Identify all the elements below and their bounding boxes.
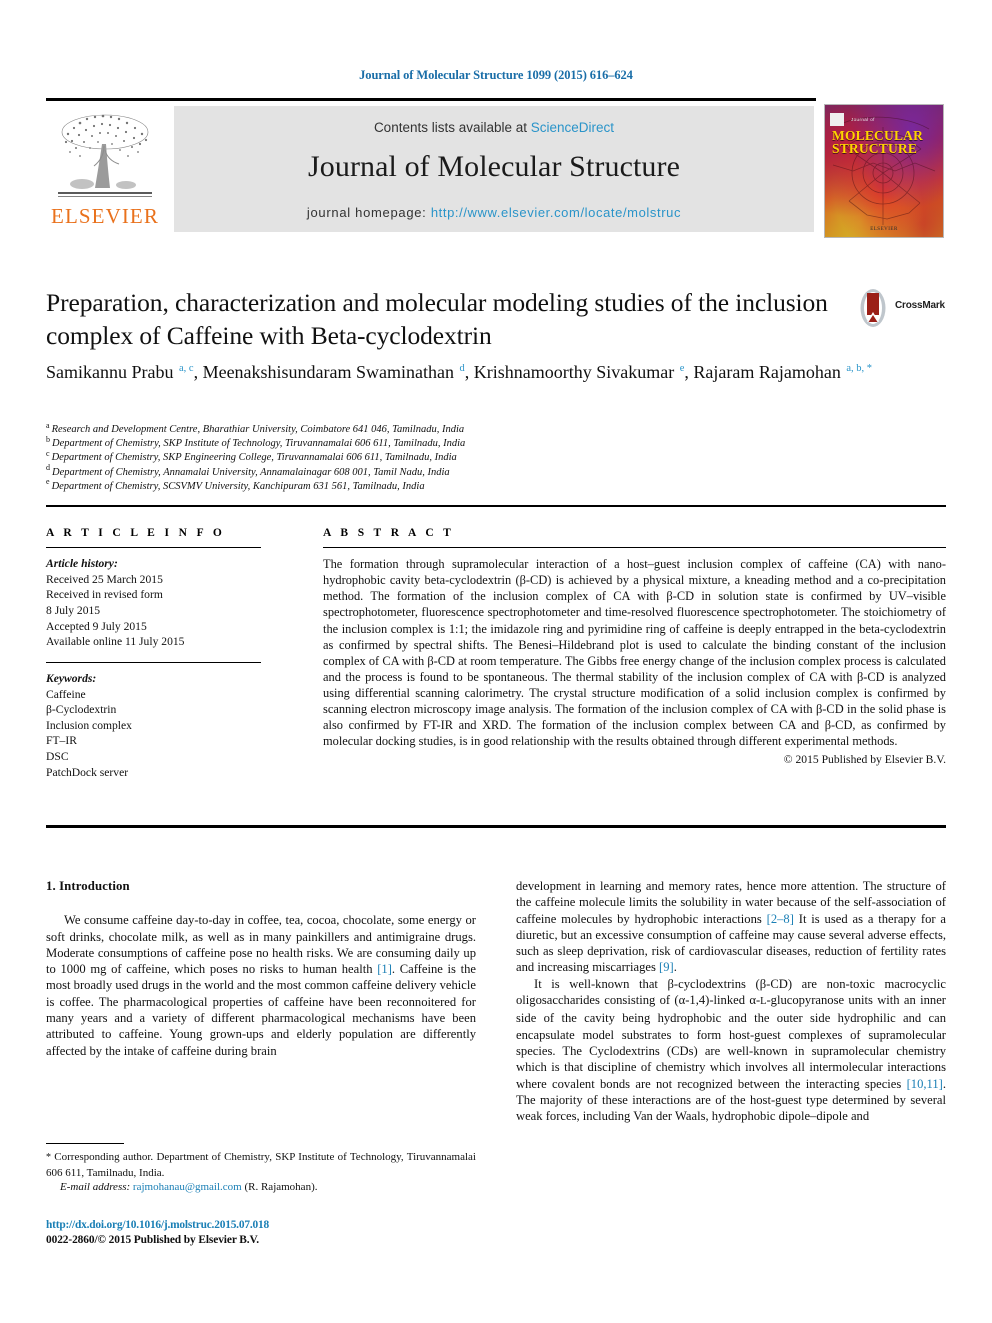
keyword-item: DSC [46,749,69,763]
abstract-copyright: © 2015 Published by Elsevier B.V. [783,753,946,767]
article-info-kicker: A R T I C L E I N F O [46,527,226,539]
keyword-item: FT–IR [46,734,77,748]
intro-paragraph-left: We consume caffeine day-to-day in coffee… [46,913,476,1058]
article-history-line: Received in revised form [46,588,163,602]
title-block: Preparation, characterization and molecu… [46,286,846,352]
article-info-separator [46,661,261,663]
doi-block: http://dx.doi.org/10.1016/j.molstruc.201… [46,1218,476,1248]
page-title: Preparation, characterization and molecu… [46,288,828,350]
elsevier-wordmark: ELSEVIER [51,204,159,228]
article-history-line: 8 July 2015 [46,603,101,617]
keyword-item: Caffeine [46,687,86,701]
keyword-item: β-Cyclodextrin [46,703,117,717]
affiliation-marker: a [46,420,50,430]
cover-bottom-mark: ELSEVIER [870,227,898,232]
affiliation-text: Department of Chemistry, SCSVMV Universi… [51,480,425,492]
corresponding-author-text: * Corresponding author. Department of Ch… [46,1151,476,1179]
affiliation-c: c Department of Chemistry, SKP Engineerin… [46,448,746,465]
footnote-rule [46,1143,124,1145]
affiliation-text: Department of Chemistry, SKP Engineering… [51,452,457,464]
affiliation-a: a Research and Development Centre, Bharat… [46,420,746,437]
intro-paragraph-right-1: development in learning and memory rates… [516,879,946,975]
article-history-lines: Received 25 March 2015 Received in revise… [46,572,261,650]
intro-paragraph-right-2: It is well-known that β-cyclodextrins (β… [516,976,946,1124]
cover-title-line2: STRUCTURE [832,141,918,156]
affiliation-marker: c [46,448,50,458]
keywords-group: Keywords: Caffeine β-Cyclodextrin Inclusio… [46,671,261,780]
homepage-label: journal homepage: [306,205,431,220]
email-owner: (R. Rajamohan). [241,1181,318,1194]
homepage-url-link[interactable]: http://www.elsevier.com/locate/molstruc [431,205,681,220]
masthead-center-panel: Contents lists available at ScienceDirec… [174,106,814,232]
crossmark-label: CrossMark [895,300,945,311]
elsevier-tree-icon [58,114,152,197]
corresponding-author-note: * Corresponding author. Department of Ch… [46,1150,476,1195]
journal-homepage-line: journal homepage: http://www.elsevier.co… [174,205,814,220]
body-column-right: development in learning and memory rates… [516,878,946,1124]
introduction-heading: 1. Introduction [46,879,130,893]
affiliation-marker: b [46,434,50,444]
article-history-line: Received 25 March 2015 [46,572,163,586]
abstract-rule [323,547,946,549]
email-label: E-mail address: [60,1181,133,1194]
article-history-line: Available online 11 July 2015 [46,635,185,649]
elsevier-logo: ELSEVIER [46,106,164,232]
keyword-item: Inclusion complex [46,718,132,732]
cover-top-small-text: Journal of [851,117,875,122]
contents-prefix: Contents lists available at [373,120,531,135]
affiliation-d: d Department of Chemistry, Annamalai Univ… [46,463,746,480]
affiliation-b: b Department of Chemistry, SKP Institute … [46,434,746,451]
masthead-top-rule [46,98,816,101]
article-page: Journal of Molecular Structure 1099 (201… [0,0,992,1323]
affiliation-text: Research and Development Centre, Bharath… [51,424,465,435]
abstract-band-bottom-rule [46,825,946,828]
article-info-rule [46,547,261,549]
email-line: E-mail address: rajmohanau@gmail.com (R.… [46,1180,476,1195]
abstract-column: A B S T R A C T The formation through su… [323,527,946,766]
contents-available-line: Contents lists available at ScienceDirec… [174,120,814,135]
running-head: Journal of Molecular Structure 1099 (201… [359,68,633,82]
abstract-text: The formation through supramolecular int… [323,557,946,749]
abstract-kicker: A B S T R A C T [323,527,455,539]
affiliation-text: Department of Chemistry, Annamalai Unive… [52,466,450,478]
journal-cover-thumbnail: Journal of MOLECULAR STRUCTURE ELSEVIER [824,104,944,238]
abstract-band-top-rule [46,505,946,507]
journal-title: Journal of Molecular Structure [307,150,681,183]
cover-elsevier-mark [830,113,844,126]
body-column-left: 1. Introduction We consume caffeine day-… [46,878,476,1059]
issn-copyright-line: 0022-2860/© 2015 Published by Elsevier B… [46,1234,259,1246]
keywords-list: Caffeine β-Cyclodextrin Inclusion complex F… [46,687,261,781]
article-info-column: A R T I C L E I N F O Article history: R… [46,527,261,780]
affiliation-marker: d [46,463,50,473]
affiliation-list: a Research and Development Centre, Bharat… [46,420,746,494]
crossmark-icon[interactable] [853,288,893,328]
affiliation-marker: e [46,477,50,487]
journal-masthead: ELSEVIER Contents lists available at Sci… [46,98,946,238]
doi-link[interactable]: http://dx.doi.org/10.1016/j.molstruc.201… [46,1218,476,1233]
author-list: Samikannu Prabu a, c, Meenakshisundaram … [46,362,873,382]
affiliation-text: Department of Chemistry, SKP Institute o… [52,438,466,450]
sciencedirect-link[interactable]: ScienceDirect [531,120,614,135]
keywords-heading: Keywords: [46,671,97,685]
affiliation-e: e Department of Chemistry, SCSVMV Univers… [46,477,746,494]
article-history-line: Accepted 9 July 2015 [46,619,147,633]
article-history-heading: Article history: [46,557,118,571]
crossmark-badge[interactable]: CrossMark [853,288,953,328]
email-link[interactable]: rajmohanau@gmail.com [133,1181,242,1193]
article-history-group: Article history: Received 25 March 2015 R… [46,556,261,650]
keyword-item: PatchDock server [46,765,129,779]
